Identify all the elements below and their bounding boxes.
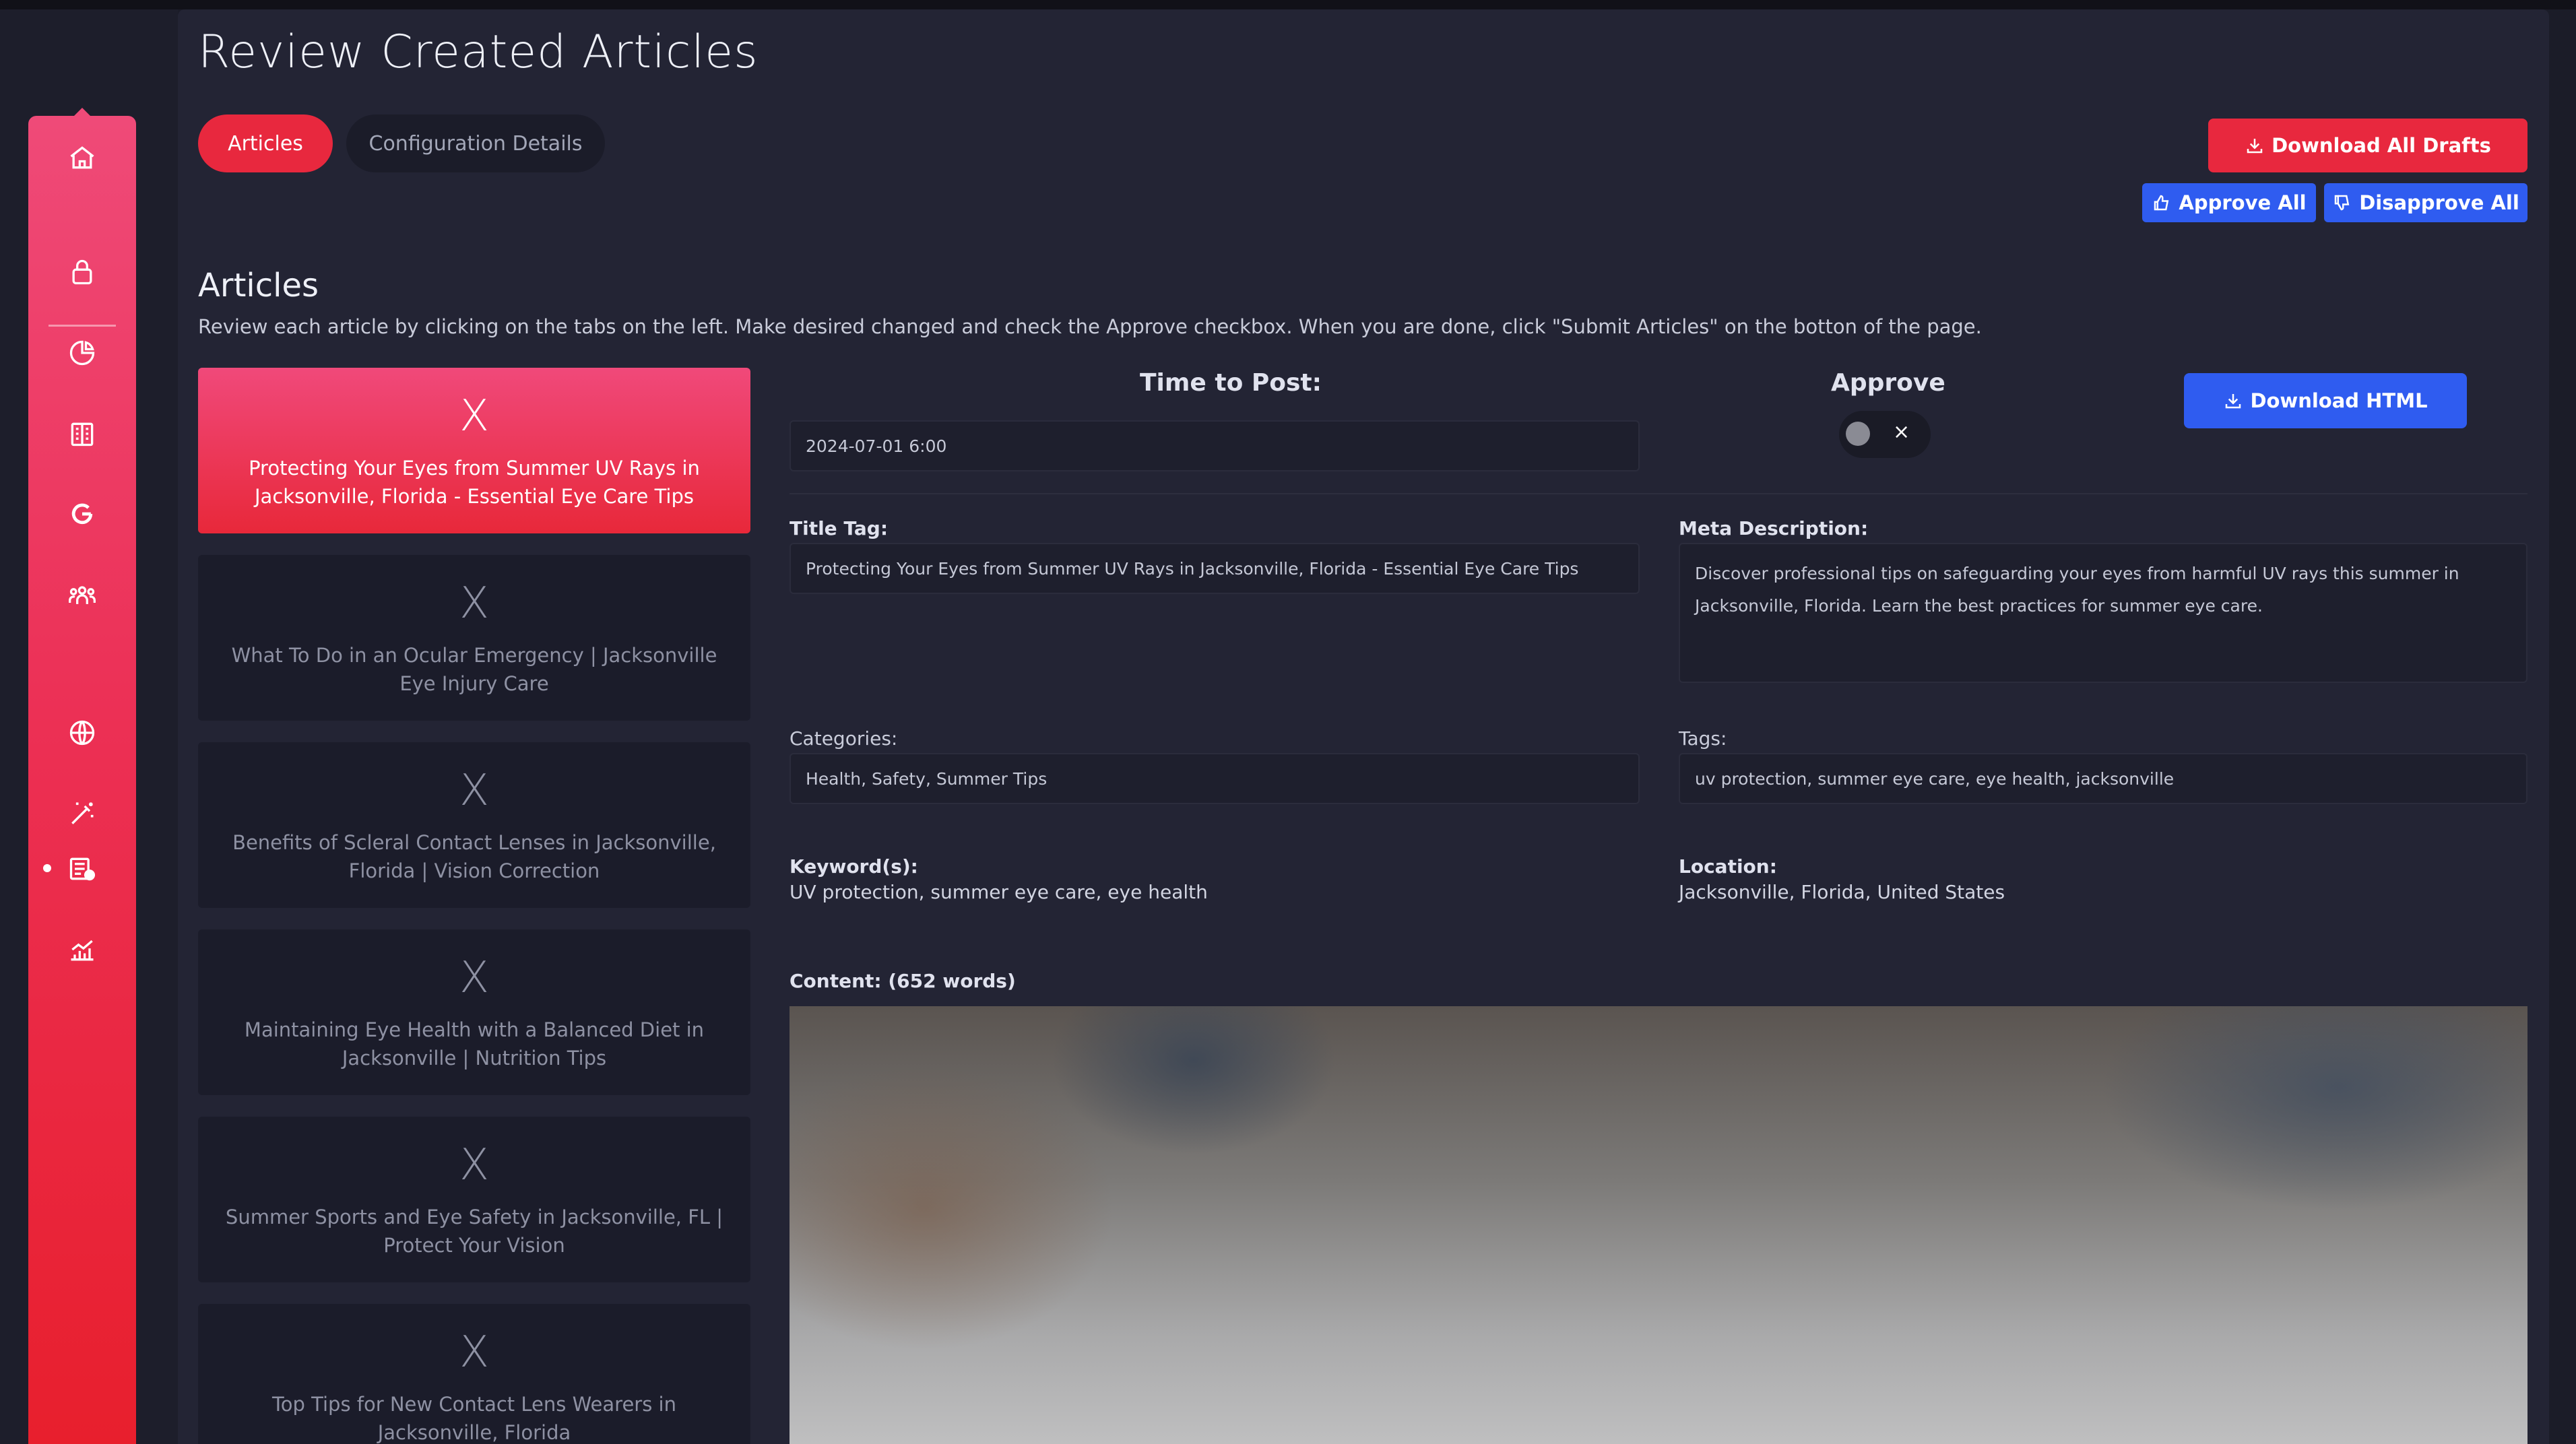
keywords-label: Keyword(s): — [790, 855, 918, 878]
tags-label: Tags: — [1679, 727, 1727, 750]
article-tab-title: Summer Sports and Eye Safety in Jacksonv… — [225, 1206, 723, 1257]
google-icon[interactable] — [28, 488, 136, 542]
categories-input[interactable]: Health, Safety, Summer Tips — [790, 753, 1640, 804]
article-tab-title: Top Tips for New Contact Lens Wearers in… — [272, 1393, 676, 1444]
approve-toggle[interactable]: × — [1839, 411, 1931, 458]
categories-label: Categories: — [790, 727, 898, 750]
toggle-x-icon: × — [1893, 420, 1910, 444]
lock-icon[interactable] — [28, 245, 136, 299]
article-tab-6[interactable]: X Top Tips for New Contact Lens Wearers … — [198, 1304, 750, 1444]
article-tab-3[interactable]: X Benefits of Scleral Contact Lenses in … — [198, 742, 750, 908]
time-to-post-label: Time to Post: — [1140, 369, 1322, 397]
top-bar — [0, 0, 2576, 9]
home-icon[interactable] — [28, 131, 136, 185]
close-icon[interactable]: X — [459, 956, 489, 999]
close-icon[interactable]: X — [459, 1144, 489, 1187]
team-icon[interactable] — [28, 568, 136, 622]
tags-input[interactable]: uv protection, summer eye care, eye heal… — [1679, 753, 2527, 804]
divider — [790, 493, 2527, 494]
approve-all-label: Approve All — [2179, 191, 2307, 214]
article-tab-4[interactable]: X Maintaining Eye Health with a Balanced… — [198, 929, 750, 1095]
thumbs-up-icon — [2154, 195, 2169, 211]
toggle-knob — [1846, 422, 1870, 446]
tab-configuration-details[interactable]: Configuration Details — [346, 114, 605, 172]
title-tag-input[interactable]: Protecting Your Eyes from Summer UV Rays… — [790, 543, 1640, 594]
disapprove-all-button[interactable]: Disapprove All — [2324, 183, 2527, 222]
article-tab-title: Maintaining Eye Health with a Balanced D… — [244, 1018, 705, 1070]
article-tab-5[interactable]: X Summer Sports and Eye Safety in Jackso… — [198, 1117, 750, 1282]
approve-all-button[interactable]: Approve All — [2142, 183, 2316, 222]
page-title: Review Created Articles — [198, 26, 759, 79]
building-icon[interactable] — [28, 407, 136, 461]
approve-label: Approve — [1831, 369, 1945, 397]
download-all-drafts-button[interactable]: Download All Drafts — [2208, 119, 2527, 172]
sidebar — [28, 116, 136, 1444]
meta-description-textarea[interactable]: Discover professional tips on safeguardi… — [1679, 543, 2527, 683]
location-value: Jacksonville, Florida, United States — [1679, 881, 2005, 903]
location-label: Location: — [1679, 855, 1777, 878]
disapprove-all-label: Disapprove All — [2359, 191, 2519, 214]
thumbs-down-icon — [2334, 195, 2350, 211]
analytics-icon[interactable] — [28, 923, 136, 977]
article-tab-title: What To Do in an Ocular Emergency | Jack… — [231, 644, 717, 695]
close-icon[interactable]: X — [459, 1331, 489, 1374]
article-hero-image — [790, 1006, 2527, 1444]
pie-chart-icon[interactable] — [28, 326, 136, 380]
close-icon[interactable]: X — [459, 395, 489, 438]
time-to-post-input[interactable]: 2024-07-01 6:00 — [790, 420, 1640, 471]
download-all-label: Download All Drafts — [2272, 134, 2491, 157]
tab-articles[interactable]: Articles — [198, 114, 333, 172]
title-tag-label: Title Tag: — [790, 517, 889, 539]
download-html-label: Download HTML — [2250, 389, 2428, 412]
article-tab-2[interactable]: X What To Do in an Ocular Emergency | Ja… — [198, 555, 750, 721]
keywords-value: UV protection, summer eye care, eye heal… — [790, 881, 1208, 903]
article-tab-1[interactable]: X Protecting Your Eyes from Summer UV Ra… — [198, 368, 750, 533]
content-label: Content: (652 words) — [790, 970, 1016, 992]
download-icon — [2247, 139, 2263, 154]
section-title: Articles — [198, 267, 319, 304]
close-icon[interactable]: X — [459, 769, 489, 812]
articles-icon[interactable] — [28, 842, 136, 896]
sidebar-notch — [74, 108, 90, 116]
magic-wand-icon[interactable] — [28, 787, 136, 841]
section-description: Review each article by clicking on the t… — [198, 315, 1982, 338]
download-icon — [2226, 394, 2241, 409]
article-tab-title: Protecting Your Eyes from Summer UV Rays… — [249, 457, 700, 508]
article-tab-title: Benefits of Scleral Contact Lenses in Ja… — [232, 831, 716, 882]
meta-description-label: Meta Description: — [1679, 517, 1869, 539]
globe-icon[interactable] — [28, 706, 136, 760]
download-html-button[interactable]: Download HTML — [2184, 373, 2467, 428]
close-icon[interactable]: X — [459, 582, 489, 625]
